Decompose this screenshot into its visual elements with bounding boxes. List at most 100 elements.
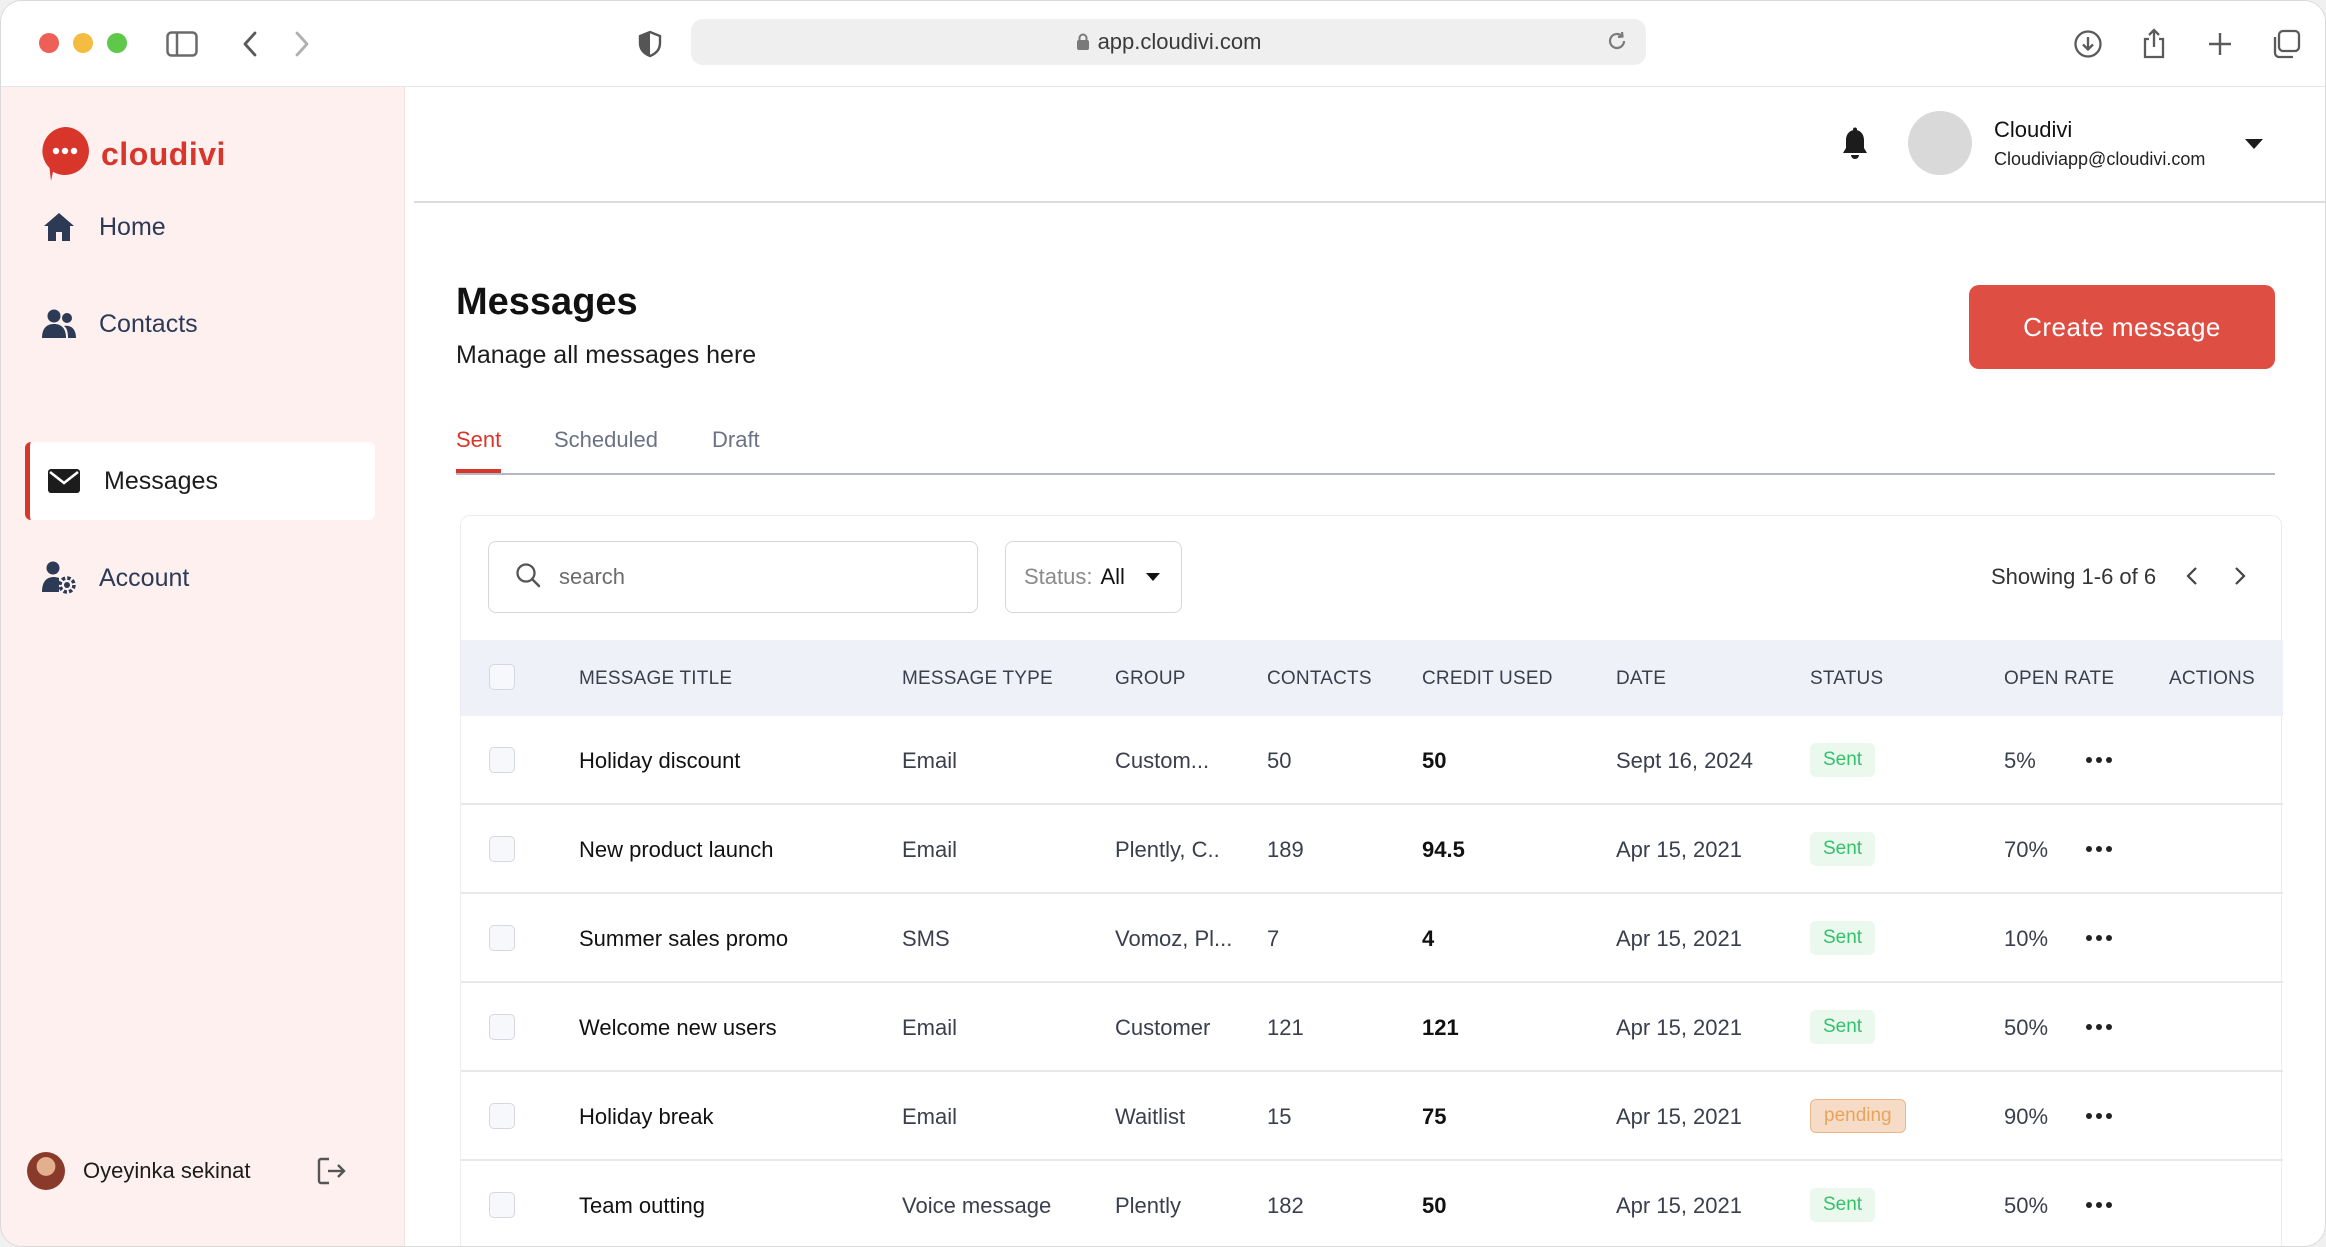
download-icon[interactable]	[2067, 23, 2109, 65]
more-actions-icon[interactable]	[2077, 827, 2121, 871]
table-row[interactable]: Summer sales promo SMS Vomoz, Pl... 7 4 Apr 1…	[461, 894, 2283, 983]
group-cell: Vomoz, Pl...	[1115, 926, 1233, 951]
create-message-button[interactable]: Create message	[1969, 285, 2275, 369]
previous-page-icon[interactable]	[2176, 560, 2208, 592]
profile-dropdown-icon[interactable]	[2244, 137, 2264, 155]
group-cell: Customer	[1115, 1015, 1211, 1040]
close-window-button[interactable]	[39, 33, 59, 53]
status-filter-value: All	[1100, 564, 1125, 589]
more-actions-icon[interactable]	[2077, 1005, 2121, 1049]
new-tab-icon[interactable]	[2199, 23, 2241, 65]
open-rate-cell: 70%	[2004, 837, 2049, 862]
logout-icon[interactable]	[317, 1157, 347, 1185]
table-row[interactable]: Holiday break Email Waitlist 15 75 Apr 15, 20…	[461, 1072, 2283, 1161]
message-title-cell[interactable]: Holiday break	[579, 1104, 714, 1130]
notification-bell-icon[interactable]	[1840, 127, 1870, 166]
table-header: MESSAGE TITLE MESSAGE TYPE GROUP CONTACT…	[461, 640, 2283, 716]
profile-avatar[interactable]	[1908, 111, 1972, 175]
tab-scheduled[interactable]: Scheduled	[554, 427, 658, 469]
row-checkbox[interactable]	[489, 1192, 515, 1218]
credit-used-cell: 94.5	[1422, 837, 1465, 862]
column-header[interactable]: DATE	[1616, 668, 1666, 690]
sidebar-item-label: Home	[99, 212, 166, 241]
row-checkbox[interactable]	[489, 1014, 515, 1040]
tab-sent[interactable]: Sent	[456, 427, 502, 473]
group-cell: Waitlist	[1115, 1104, 1186, 1129]
account-settings-icon	[41, 560, 77, 596]
address-bar[interactable]: app.cloudivi.com	[691, 19, 1646, 65]
next-page-icon[interactable]	[2224, 560, 2256, 592]
message-title-cell[interactable]: New product launch	[579, 837, 773, 863]
sidebar-item-messages[interactable]: Messages	[25, 442, 375, 520]
home-icon	[41, 209, 77, 245]
status-filter-dropdown[interactable]: Status: All	[1005, 541, 1182, 613]
column-header[interactable]: STATUS	[1810, 668, 1883, 690]
table-row[interactable]: Team outting Voice message Plently 182 50 Apr…	[461, 1161, 2283, 1246]
profile-email: Cloudiviapp@cloudivi.com	[1994, 149, 2206, 169]
table-row[interactable]: New product launch Email Plently, C.. 189 94…	[461, 805, 2283, 894]
page-title: Messages	[456, 281, 638, 323]
browser-window: app.cloudivi.com cloudivi Home Contacts …	[0, 0, 2326, 1247]
message-title-cell[interactable]: Team outting	[579, 1193, 705, 1219]
credit-used-cell: 4	[1422, 926, 1435, 951]
minimize-window-button[interactable]	[73, 33, 93, 53]
avatar[interactable]	[27, 1152, 65, 1190]
sidebar-item-home[interactable]: Home	[27, 188, 377, 266]
message-type-cell: Voice message	[902, 1193, 1052, 1218]
column-header[interactable]: MESSAGE TYPE	[902, 668, 1053, 690]
chat-bubble-logo-icon	[42, 127, 89, 181]
row-checkbox[interactable]	[489, 925, 515, 951]
more-actions-icon[interactable]	[2077, 1094, 2121, 1138]
message-title-cell[interactable]: Holiday discount	[579, 748, 740, 774]
column-header[interactable]: OPEN RATE	[2004, 668, 2114, 690]
row-checkbox[interactable]	[489, 1103, 515, 1129]
more-actions-icon[interactable]	[2077, 1183, 2121, 1227]
column-header[interactable]: CONTACTS	[1267, 668, 1372, 690]
forward-icon[interactable]	[281, 23, 323, 65]
more-actions-icon[interactable]	[2077, 916, 2121, 960]
status-badge: Sent	[1810, 1188, 1876, 1222]
tab-draft[interactable]: Draft	[712, 427, 760, 469]
sidebar-item-contacts[interactable]: Contacts	[27, 285, 377, 363]
status-badge: Sent	[1810, 743, 1876, 777]
share-icon[interactable]	[2133, 23, 2175, 65]
message-title-cell[interactable]: Summer sales promo	[579, 926, 788, 952]
contacts-cell: 50	[1267, 748, 1292, 773]
tab-overview-icon[interactable]	[2265, 23, 2307, 65]
brand-logo[interactable]: cloudivi	[39, 125, 226, 183]
column-header[interactable]: CREDIT USED	[1422, 668, 1553, 690]
chevron-down-icon	[1145, 572, 1161, 582]
sidebar-toggle-icon[interactable]	[161, 23, 203, 65]
messages-table-card: Status: All Showing 1-6 of 6 MESSAGE TIT…	[460, 515, 2283, 1246]
message-title-cell[interactable]: Welcome new users	[579, 1015, 777, 1041]
credit-used-cell: 75	[1422, 1104, 1447, 1129]
current-user: Oyeyinka sekinat	[27, 1152, 377, 1190]
contacts-cell: 182	[1267, 1193, 1304, 1218]
contacts-icon	[41, 306, 77, 342]
status-badge: Sent	[1810, 1010, 1876, 1044]
message-tabs: Sent Scheduled Draft	[456, 421, 2275, 475]
column-header[interactable]: ACTIONS	[2169, 668, 2255, 690]
envelope-icon	[46, 463, 82, 499]
column-header[interactable]: MESSAGE TITLE	[579, 668, 732, 690]
row-checkbox[interactable]	[489, 836, 515, 862]
sidebar-item-label: Account	[99, 563, 190, 592]
search-icon	[515, 562, 541, 593]
maximize-window-button[interactable]	[107, 33, 127, 53]
back-icon[interactable]	[229, 23, 271, 65]
privacy-shield-icon[interactable]	[629, 23, 671, 65]
more-actions-icon[interactable]	[2077, 738, 2121, 782]
table-row[interactable]: Welcome new users Email Customer 121 121 Apr …	[461, 983, 2283, 1072]
date-cell: Apr 15, 2021	[1616, 1104, 1742, 1129]
sidebar-item-account[interactable]: Account	[27, 539, 377, 617]
open-rate-cell: 10%	[2004, 926, 2049, 951]
message-type-cell: SMS	[902, 926, 950, 951]
row-checkbox[interactable]	[489, 747, 515, 773]
column-header[interactable]: GROUP	[1115, 668, 1186, 690]
date-cell: Apr 15, 2021	[1616, 1015, 1742, 1040]
reload-icon[interactable]	[1606, 30, 1628, 58]
table-row[interactable]: Holiday discount Email Custom... 50 50 Sept 1…	[461, 716, 2283, 805]
browser-toolbar: app.cloudivi.com	[1, 1, 2325, 87]
search-input[interactable]	[559, 564, 939, 590]
select-all-checkbox[interactable]	[489, 664, 515, 690]
